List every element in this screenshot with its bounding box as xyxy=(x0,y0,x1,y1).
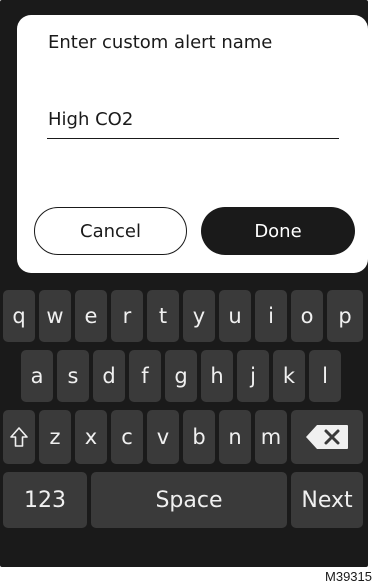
alert-name-input[interactable] xyxy=(47,101,339,139)
key-v[interactable]: v xyxy=(147,410,179,464)
dialog-title: Enter custom alert name xyxy=(48,32,273,53)
key-j[interactable]: j xyxy=(237,350,269,402)
cancel-button[interactable]: Cancel xyxy=(34,207,187,255)
key-n[interactable]: n xyxy=(219,410,251,464)
key-k[interactable]: k xyxy=(273,350,305,402)
key-s[interactable]: s xyxy=(57,350,89,402)
backspace-key[interactable] xyxy=(291,410,363,464)
key-t[interactable]: t xyxy=(147,290,179,342)
key-m[interactable]: m xyxy=(255,410,287,464)
space-key[interactable]: Space xyxy=(91,472,287,528)
key-p[interactable]: p xyxy=(327,290,363,342)
key-h[interactable]: h xyxy=(201,350,233,402)
figure-code: M39315 xyxy=(325,569,372,584)
key-u[interactable]: u xyxy=(219,290,251,342)
key-b[interactable]: b xyxy=(183,410,215,464)
backspace-icon xyxy=(306,425,348,449)
custom-alert-name-dialog: Enter custom alert name Cancel Done xyxy=(17,15,368,273)
device-screen: Enter custom alert name Cancel Done q w … xyxy=(0,0,368,567)
key-f[interactable]: f xyxy=(129,350,161,402)
key-q[interactable]: q xyxy=(3,290,35,342)
shift-key[interactable] xyxy=(3,410,35,464)
next-key[interactable]: Next xyxy=(291,472,363,528)
key-l[interactable]: l xyxy=(309,350,341,402)
numbers-key[interactable]: 123 xyxy=(3,472,87,528)
key-x[interactable]: x xyxy=(75,410,107,464)
key-i[interactable]: i xyxy=(255,290,287,342)
shift-arrow-icon xyxy=(10,427,28,447)
key-g[interactable]: g xyxy=(165,350,197,402)
key-o[interactable]: o xyxy=(291,290,323,342)
key-y[interactable]: y xyxy=(183,290,215,342)
key-w[interactable]: w xyxy=(39,290,71,342)
on-screen-keyboard: q w e r t y u i o p a s d f g h j k l z … xyxy=(0,282,368,567)
key-e[interactable]: e xyxy=(75,290,107,342)
key-z[interactable]: z xyxy=(39,410,71,464)
key-a[interactable]: a xyxy=(21,350,53,402)
key-d[interactable]: d xyxy=(93,350,125,402)
done-button[interactable]: Done xyxy=(201,207,355,255)
key-r[interactable]: r xyxy=(111,290,143,342)
key-c[interactable]: c xyxy=(111,410,143,464)
